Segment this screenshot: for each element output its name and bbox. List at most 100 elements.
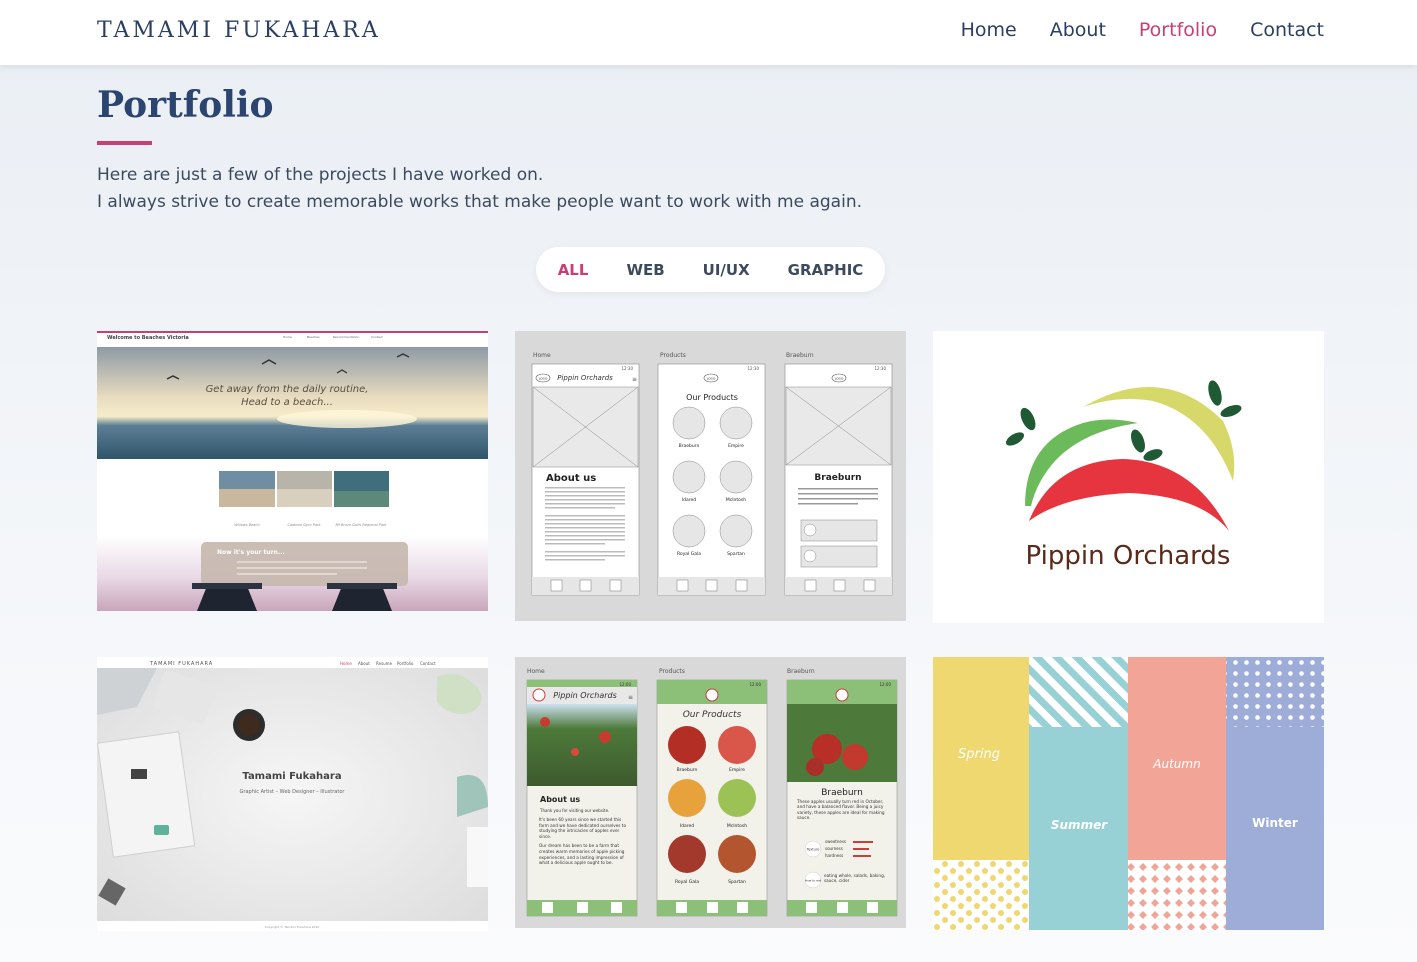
mockup-texture-item: sourness <box>825 846 843 851</box>
mockup-detail-screen: 12:00 Braeburn These apples usually turn… <box>786 679 898 917</box>
portfolio-item-seasons-graphic[interactable]: Spring Summer Autumn Winter <box>933 657 1324 930</box>
wireframe-about-title: About us <box>546 473 596 484</box>
wireframe-status-time: 12:30 <box>621 366 633 371</box>
braeburn-photo <box>787 704 897 782</box>
page-title: Portfolio <box>97 84 274 126</box>
mockup-products-title: Our Products <box>683 710 742 720</box>
mockup-how-to-eat-label: How to eat <box>805 879 822 883</box>
beaches-nav-item: Recommendation <box>333 335 359 339</box>
pippin-mockup-thumbnail: Home Products Braeburn 12:00 Pippin Orch… <box>515 657 906 928</box>
portfolio-item-pippin-wireframes[interactable]: Home Products Braeburn 12:30 LOGO Pippin… <box>515 331 906 621</box>
apple-icon <box>833 579 846 592</box>
portfolio-item-pippin-mockup[interactable]: Home Products Braeburn 12:00 Pippin Orch… <box>515 657 906 928</box>
mockup-product-label: Royal Gala <box>675 879 699 885</box>
filter-graphic[interactable]: GRAPHIC <box>769 261 883 279</box>
mockup-detail-text: These apples usually turn red in October… <box>797 799 885 821</box>
home-icon <box>676 579 689 592</box>
apple-logo-icon <box>705 688 719 702</box>
personal-hero-name: Tamami Fukahara <box>242 771 341 782</box>
mockup-status-time: 12:00 <box>879 682 891 687</box>
search-icon <box>611 902 622 913</box>
portfolio-item-beaches-victoria[interactable]: Welcome to Beaches Victoria Home Beaches… <box>97 331 488 611</box>
apple-product-image <box>668 726 706 764</box>
portfolio-filter-bar: ALL WEB UI/UX GRAPHIC <box>536 247 885 292</box>
portfolio-item-personal-website[interactable]: TAMAMI FUKAHARA Home About Resume Portfo… <box>97 657 488 931</box>
wireframe-logo: LOGO <box>707 377 716 381</box>
home-icon <box>676 902 687 913</box>
search-icon <box>735 579 748 592</box>
pippin-wireframe-thumbnail: Home Products Braeburn 12:30 LOGO Pippin… <box>515 331 906 621</box>
wireframe-products-title: Our Products <box>686 393 738 402</box>
mockup-screen-label: Products <box>659 668 685 675</box>
mockup-product-label: Spartan <box>728 879 746 885</box>
mockup-status-time: 12:00 <box>619 682 631 687</box>
nav-home[interactable]: Home <box>961 19 1017 41</box>
search-icon <box>867 902 878 913</box>
search-icon <box>737 902 748 913</box>
mockup-about-title: About us <box>540 795 580 804</box>
beach-hero-line-2: Head to a beach... <box>241 397 333 408</box>
mockup-app-name: Pippin Orchards <box>553 691 617 700</box>
beach-cta-title: Now it's your turn... <box>217 549 285 556</box>
apple-icon <box>577 902 588 913</box>
menu-icon: ≡ <box>632 376 637 383</box>
home-icon <box>542 902 553 913</box>
wireframe-status-time: 12:30 <box>874 366 886 371</box>
wireframe-product-label: Idared <box>682 497 696 503</box>
beaches-nav-item: Home <box>283 335 292 339</box>
filter-web[interactable]: WEB <box>607 261 683 279</box>
mockup-about-paragraph: It's been 60 years since we started this… <box>539 817 627 839</box>
personal-nav-item: About <box>358 661 370 666</box>
mockup-status-time: 12:00 <box>749 682 761 687</box>
wireframe-product-label: Braeburn <box>679 443 700 449</box>
wireframe-home-screen: 12:30 LOGO Pippin Orchards ≡ About us <box>531 363 640 596</box>
personal-website-thumbnail: TAMAMI FUKAHARA Home About Resume Portfo… <box>97 657 488 931</box>
site-brand[interactable]: TAMAMI FUKAHARA <box>97 18 381 43</box>
wireframe-product-label: McIntosh <box>726 497 746 503</box>
wireframe-product-label: Royal Gala <box>677 551 701 557</box>
apple-product-image <box>718 726 756 764</box>
notebook-image <box>97 731 196 858</box>
seasons-graphic: Spring Summer Autumn Winter <box>933 657 1324 930</box>
intro-line-1: Here are just a few of the projects I ha… <box>97 165 544 185</box>
wireframe-logo: LOGO <box>835 377 844 381</box>
intro-line-2: I always strive to create memorable work… <box>97 192 862 212</box>
wireframe-status-time: 12:30 <box>747 366 759 371</box>
search-icon <box>609 579 622 592</box>
wireframe-product-label: Empire <box>728 443 744 449</box>
personal-site-brand: TAMAMI FUKAHARA <box>149 661 213 667</box>
mockup-products-screen: 12:00 Our Products Braeburn Empire Idare… <box>656 679 768 917</box>
personal-nav-item: Portfolio <box>397 661 414 666</box>
mockup-how-to-eat-text: eating whole, salads, baking, sauce, cid… <box>824 873 886 884</box>
nav-portfolio[interactable]: Portfolio <box>1139 19 1217 41</box>
home-icon <box>806 902 817 913</box>
beaches-site-title: Welcome to Beaches Victoria <box>107 335 189 341</box>
home-icon <box>550 579 563 592</box>
season-label-winter: Winter <box>1252 816 1298 830</box>
mockup-product-label: Braeburn <box>677 767 698 773</box>
nav-contact[interactable]: Contact <box>1250 19 1324 41</box>
mockup-texture-item: hardness <box>825 853 843 858</box>
portfolio-item-pippin-logo[interactable]: Pippin Orchards <box>933 331 1324 623</box>
apple-product-image <box>668 779 706 817</box>
mockup-texture-item: sweetness <box>825 839 846 844</box>
wireframe-logo: LOGO <box>539 377 548 381</box>
site-header: TAMAMI FUKAHARA Home About Portfolio Con… <box>0 0 1417 65</box>
main-nav: Home About Portfolio Contact <box>961 19 1324 41</box>
apple-product-image <box>668 835 706 873</box>
intro-text: Here are just a few of the projects I ha… <box>97 162 862 216</box>
filter-all[interactable]: ALL <box>539 261 608 279</box>
nav-about[interactable]: About <box>1050 19 1106 41</box>
beach-thumb-label: Cadboro Gyro Park <box>287 523 321 527</box>
mockup-product-label: Idared <box>680 823 694 829</box>
season-label-autumn: Autumn <box>1152 757 1200 771</box>
wireframe-detail-screen: 12:30 LOGO Braeburn <box>784 363 893 596</box>
mockup-about-text: Thank you for visiting our website. <box>539 808 609 813</box>
personal-hero-roles: Graphic Artist – Web Designer – Illustra… <box>240 789 346 795</box>
logo-wordmark: Pippin Orchards <box>1026 541 1231 571</box>
pippin-orchards-logo: Pippin Orchards <box>933 331 1324 623</box>
wireframe-products-screen: 12:30 LOGO Our Products Braeburn Empire … <box>657 363 766 596</box>
filter-uiux[interactable]: UI/UX <box>684 261 769 279</box>
beach-thumb-label: Mt Bruce Gulfs Regional Park <box>336 523 388 527</box>
apple-icon <box>705 579 718 592</box>
